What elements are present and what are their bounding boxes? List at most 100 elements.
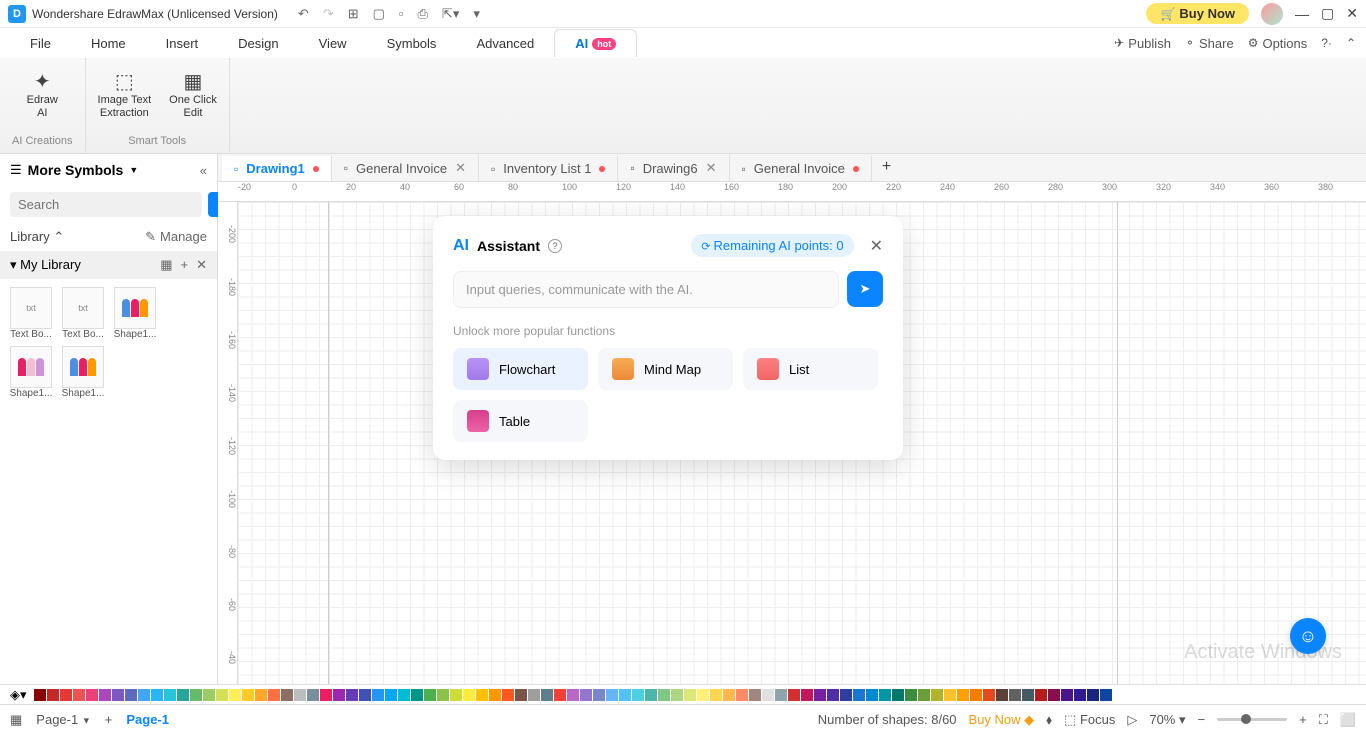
color-swatch[interactable] <box>541 689 553 701</box>
page-layout-icon[interactable]: ▦ <box>10 712 22 728</box>
layers-icon[interactable]: ⬧ <box>1046 712 1052 728</box>
ai-card-flowchart[interactable]: Flowchart <box>453 348 588 390</box>
color-swatch[interactable] <box>112 689 124 701</box>
color-swatch[interactable] <box>99 689 111 701</box>
color-swatch[interactable] <box>879 689 891 701</box>
tab-drawing6[interactable]: ▫ Drawing6✕ <box>618 155 729 181</box>
color-swatch[interactable] <box>489 689 501 701</box>
color-swatch[interactable] <box>281 689 293 701</box>
color-swatch[interactable] <box>73 689 85 701</box>
color-swatch[interactable] <box>567 689 579 701</box>
library-add-icon[interactable]: + <box>181 257 189 273</box>
color-swatch[interactable] <box>190 689 202 701</box>
page-selector[interactable]: Page-1 ▼ <box>36 712 90 727</box>
color-swatch[interactable] <box>359 689 371 701</box>
color-swatch[interactable] <box>684 689 696 701</box>
ai-query-input[interactable]: Input queries, communicate with the AI. <box>453 271 839 308</box>
add-tab-button[interactable]: + <box>872 153 901 181</box>
shape-item[interactable]: Shape1... <box>8 346 54 399</box>
color-swatch[interactable] <box>1074 689 1086 701</box>
export-icon[interactable]: ⇱▾ <box>442 6 459 22</box>
color-swatch[interactable] <box>86 689 98 701</box>
color-swatch[interactable] <box>645 689 657 701</box>
redo-icon[interactable]: ↷ <box>323 6 334 22</box>
color-swatch[interactable] <box>1048 689 1060 701</box>
maximize-icon[interactable]: ▢ <box>1321 5 1334 22</box>
active-page-tab[interactable]: Page-1 <box>126 712 169 727</box>
color-swatch[interactable] <box>346 689 358 701</box>
color-swatch[interactable] <box>554 689 566 701</box>
shape-item[interactable]: txtText Bo... <box>8 287 54 340</box>
color-swatch[interactable] <box>996 689 1008 701</box>
menu-home[interactable]: Home <box>71 30 146 57</box>
color-swatch[interactable] <box>242 689 254 701</box>
color-swatch[interactable] <box>411 689 423 701</box>
tab-inventory-list[interactable]: ▫ Inventory List 1 <box>479 156 618 181</box>
options-button[interactable]: ⚙ Options <box>1248 36 1308 51</box>
ai-chat-fab[interactable]: ☺ <box>1290 618 1326 654</box>
color-swatch[interactable] <box>333 689 345 701</box>
color-swatch[interactable] <box>515 689 527 701</box>
color-swatch[interactable] <box>60 689 72 701</box>
color-swatch[interactable] <box>177 689 189 701</box>
color-swatch[interactable] <box>736 689 748 701</box>
ai-card-table[interactable]: Table <box>453 400 588 442</box>
color-swatch[interactable] <box>931 689 943 701</box>
color-swatch[interactable] <box>619 689 631 701</box>
tab-drawing1[interactable]: ▫ Drawing1 <box>222 156 332 181</box>
tab-general-invoice-1[interactable]: ▫ General Invoice✕ <box>332 155 479 181</box>
tab-general-invoice-2[interactable]: ▫ General Invoice <box>730 156 872 181</box>
color-swatch[interactable] <box>775 689 787 701</box>
color-swatch[interactable] <box>632 689 644 701</box>
color-swatch[interactable] <box>905 689 917 701</box>
color-swatch[interactable] <box>749 689 761 701</box>
library-grid-icon[interactable]: ▦ <box>160 257 172 273</box>
open-icon[interactable]: ▢ <box>373 6 385 22</box>
manage-library-button[interactable]: ✎ Manage <box>145 229 207 245</box>
color-swatch[interactable] <box>372 689 384 701</box>
menu-view[interactable]: View <box>299 30 367 57</box>
color-swatch[interactable] <box>463 689 475 701</box>
help-icon[interactable]: ? <box>548 239 562 253</box>
color-swatch[interactable] <box>1061 689 1073 701</box>
color-swatch[interactable] <box>138 689 150 701</box>
color-swatch[interactable] <box>164 689 176 701</box>
color-swatch[interactable] <box>502 689 514 701</box>
color-swatch[interactable] <box>1035 689 1047 701</box>
print-icon[interactable]: ⎙ <box>418 6 428 22</box>
color-swatch[interactable] <box>1087 689 1099 701</box>
shape-item[interactable]: Shape1... <box>60 346 106 399</box>
ai-card-mindmap[interactable]: Mind Map <box>598 348 733 390</box>
chevron-down-icon[interactable]: ▼ <box>129 165 138 175</box>
color-swatch[interactable] <box>203 689 215 701</box>
fit-page-icon[interactable]: ⛶ <box>1319 712 1328 728</box>
buy-now-button[interactable]: 🛒 Buy Now <box>1146 3 1249 24</box>
close-icon[interactable]: ✕ <box>1346 5 1358 22</box>
color-swatch[interactable] <box>476 689 488 701</box>
user-avatar[interactable] <box>1261 3 1283 25</box>
color-swatch[interactable] <box>255 689 267 701</box>
share-button[interactable]: ⚬ Share <box>1185 36 1234 51</box>
menu-advanced[interactable]: Advanced <box>456 30 554 57</box>
fullscreen-icon[interactable]: ⬜ <box>1340 712 1356 728</box>
color-swatch[interactable] <box>320 689 332 701</box>
color-swatch[interactable] <box>34 689 46 701</box>
tab-close-icon[interactable]: ✕ <box>706 160 717 176</box>
menu-file[interactable]: File <box>10 30 71 57</box>
library-label[interactable]: Library ⌃ <box>10 229 64 245</box>
send-button[interactable]: ➤ <box>847 271 883 307</box>
ai-points-badge[interactable]: ⟳ Remaining AI points: 0 <box>691 234 853 257</box>
color-swatch[interactable] <box>1009 689 1021 701</box>
shape-item[interactable]: Shape1... <box>112 287 158 340</box>
library-close-icon[interactable]: ✕ <box>196 257 207 273</box>
new-icon[interactable]: ⊞ <box>348 6 359 22</box>
ai-card-list[interactable]: List <box>743 348 878 390</box>
menu-insert[interactable]: Insert <box>146 30 219 57</box>
color-swatch[interactable] <box>398 689 410 701</box>
color-swatch[interactable] <box>216 689 228 701</box>
tab-close-icon[interactable]: ✕ <box>455 160 466 176</box>
publish-button[interactable]: ✈ Publish <box>1114 36 1171 51</box>
play-icon[interactable]: ▷ <box>1127 712 1137 728</box>
collapse-ribbon-icon[interactable]: ⌃ <box>1346 36 1356 50</box>
menu-symbols[interactable]: Symbols <box>367 30 457 57</box>
